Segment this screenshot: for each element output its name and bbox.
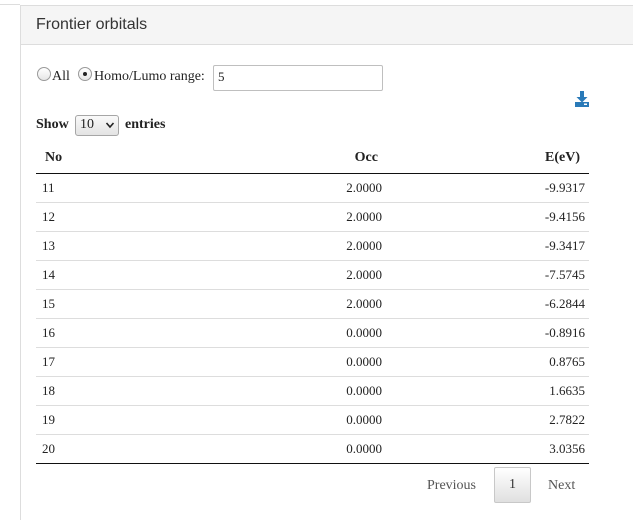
- table-row: 13 2.0000 -9.3417: [36, 231, 589, 261]
- chevron-down-icon: [105, 122, 115, 129]
- cell-no: 15: [36, 289, 165, 319]
- column-header-no[interactable]: No: [36, 143, 165, 174]
- all-radio[interactable]: [37, 67, 51, 81]
- cell-no: 14: [36, 260, 165, 290]
- cell-energy: -0.8916: [382, 318, 589, 348]
- orbitals-table: No Occ E(eV) 11 2.0000 -9.9317 12 2.0000…: [36, 143, 589, 464]
- cell-energy: -7.5745: [382, 260, 589, 290]
- cell-occ: 2.0000: [165, 289, 382, 319]
- cell-energy: 0.8765: [382, 347, 589, 377]
- entries-label: entries: [125, 117, 166, 132]
- cell-energy: -9.3417: [382, 231, 589, 261]
- table-row: 18 0.0000 1.6635: [36, 376, 589, 406]
- cell-energy: 3.0356: [382, 434, 589, 464]
- cell-occ: 0.0000: [165, 376, 382, 406]
- cell-no: 12: [36, 202, 165, 232]
- cell-energy: -9.4156: [382, 202, 589, 232]
- cell-no: 19: [36, 405, 165, 435]
- page: Frontier orbitals All Homo/Lumo range: 5…: [0, 0, 633, 520]
- homo-lumo-range-input[interactable]: 5: [213, 65, 383, 91]
- pagination-previous[interactable]: Previous: [427, 478, 476, 494]
- download-icon[interactable]: [575, 91, 589, 107]
- entries-per-page-value: 10: [80, 117, 94, 132]
- cell-no: 20: [36, 434, 165, 464]
- table-row: 11 2.0000 -9.9317: [36, 174, 589, 203]
- table-row: 14 2.0000 -7.5745: [36, 260, 589, 290]
- homo-lumo-radio[interactable]: [78, 67, 92, 81]
- homo-lumo-radio-label: Homo/Lumo range:: [94, 69, 205, 84]
- cell-occ: 2.0000: [346, 180, 382, 195]
- show-label: Show: [36, 117, 69, 132]
- panel-title: Frontier orbitals: [36, 16, 148, 33]
- cell-no: 13: [36, 231, 165, 261]
- cell-no: 16: [36, 318, 165, 348]
- table-row: 12 2.0000 -9.4156: [36, 202, 589, 232]
- column-header-occ[interactable]: Occ: [165, 143, 382, 174]
- cell-energy: 1.6635: [382, 376, 589, 406]
- cell-no: 18: [36, 376, 165, 406]
- pagination-next[interactable]: Next: [548, 478, 575, 494]
- cell-occ: 0.0000: [165, 347, 382, 377]
- cell-occ: 2.0000: [165, 260, 382, 290]
- panel-heading: Frontier orbitals: [21, 6, 633, 45]
- cell-energy: -6.2844: [382, 289, 589, 319]
- table-row: 15 2.0000 -6.2844: [36, 289, 589, 319]
- table-row: 16 0.0000 -0.8916: [36, 318, 589, 348]
- cell-occ: 0.0000: [165, 405, 382, 435]
- cell-occ: 0.0000: [165, 318, 382, 348]
- top-left-divider: [0, 4, 20, 5]
- cell-no: 11: [42, 180, 55, 195]
- pagination-page-1[interactable]: 1: [494, 467, 531, 503]
- cell-occ: 2.0000: [165, 231, 382, 261]
- cell-occ: 0.0000: [165, 434, 382, 464]
- cell-energy: 2.7822: [382, 405, 589, 435]
- cell-energy: -9.9317: [544, 180, 585, 195]
- cell-no: 17: [36, 347, 165, 377]
- column-header-energy[interactable]: E(eV): [382, 143, 589, 174]
- all-radio-label: All: [52, 69, 70, 84]
- table-row: 17 0.0000 0.8765: [36, 347, 589, 377]
- table-header-row: No Occ E(eV): [36, 143, 589, 174]
- cell-occ: 2.0000: [165, 202, 382, 232]
- table-row: 19 0.0000 2.7822: [36, 405, 589, 435]
- table-row: 20 0.0000 3.0356: [36, 434, 589, 464]
- entries-per-page-select[interactable]: 10: [75, 115, 119, 136]
